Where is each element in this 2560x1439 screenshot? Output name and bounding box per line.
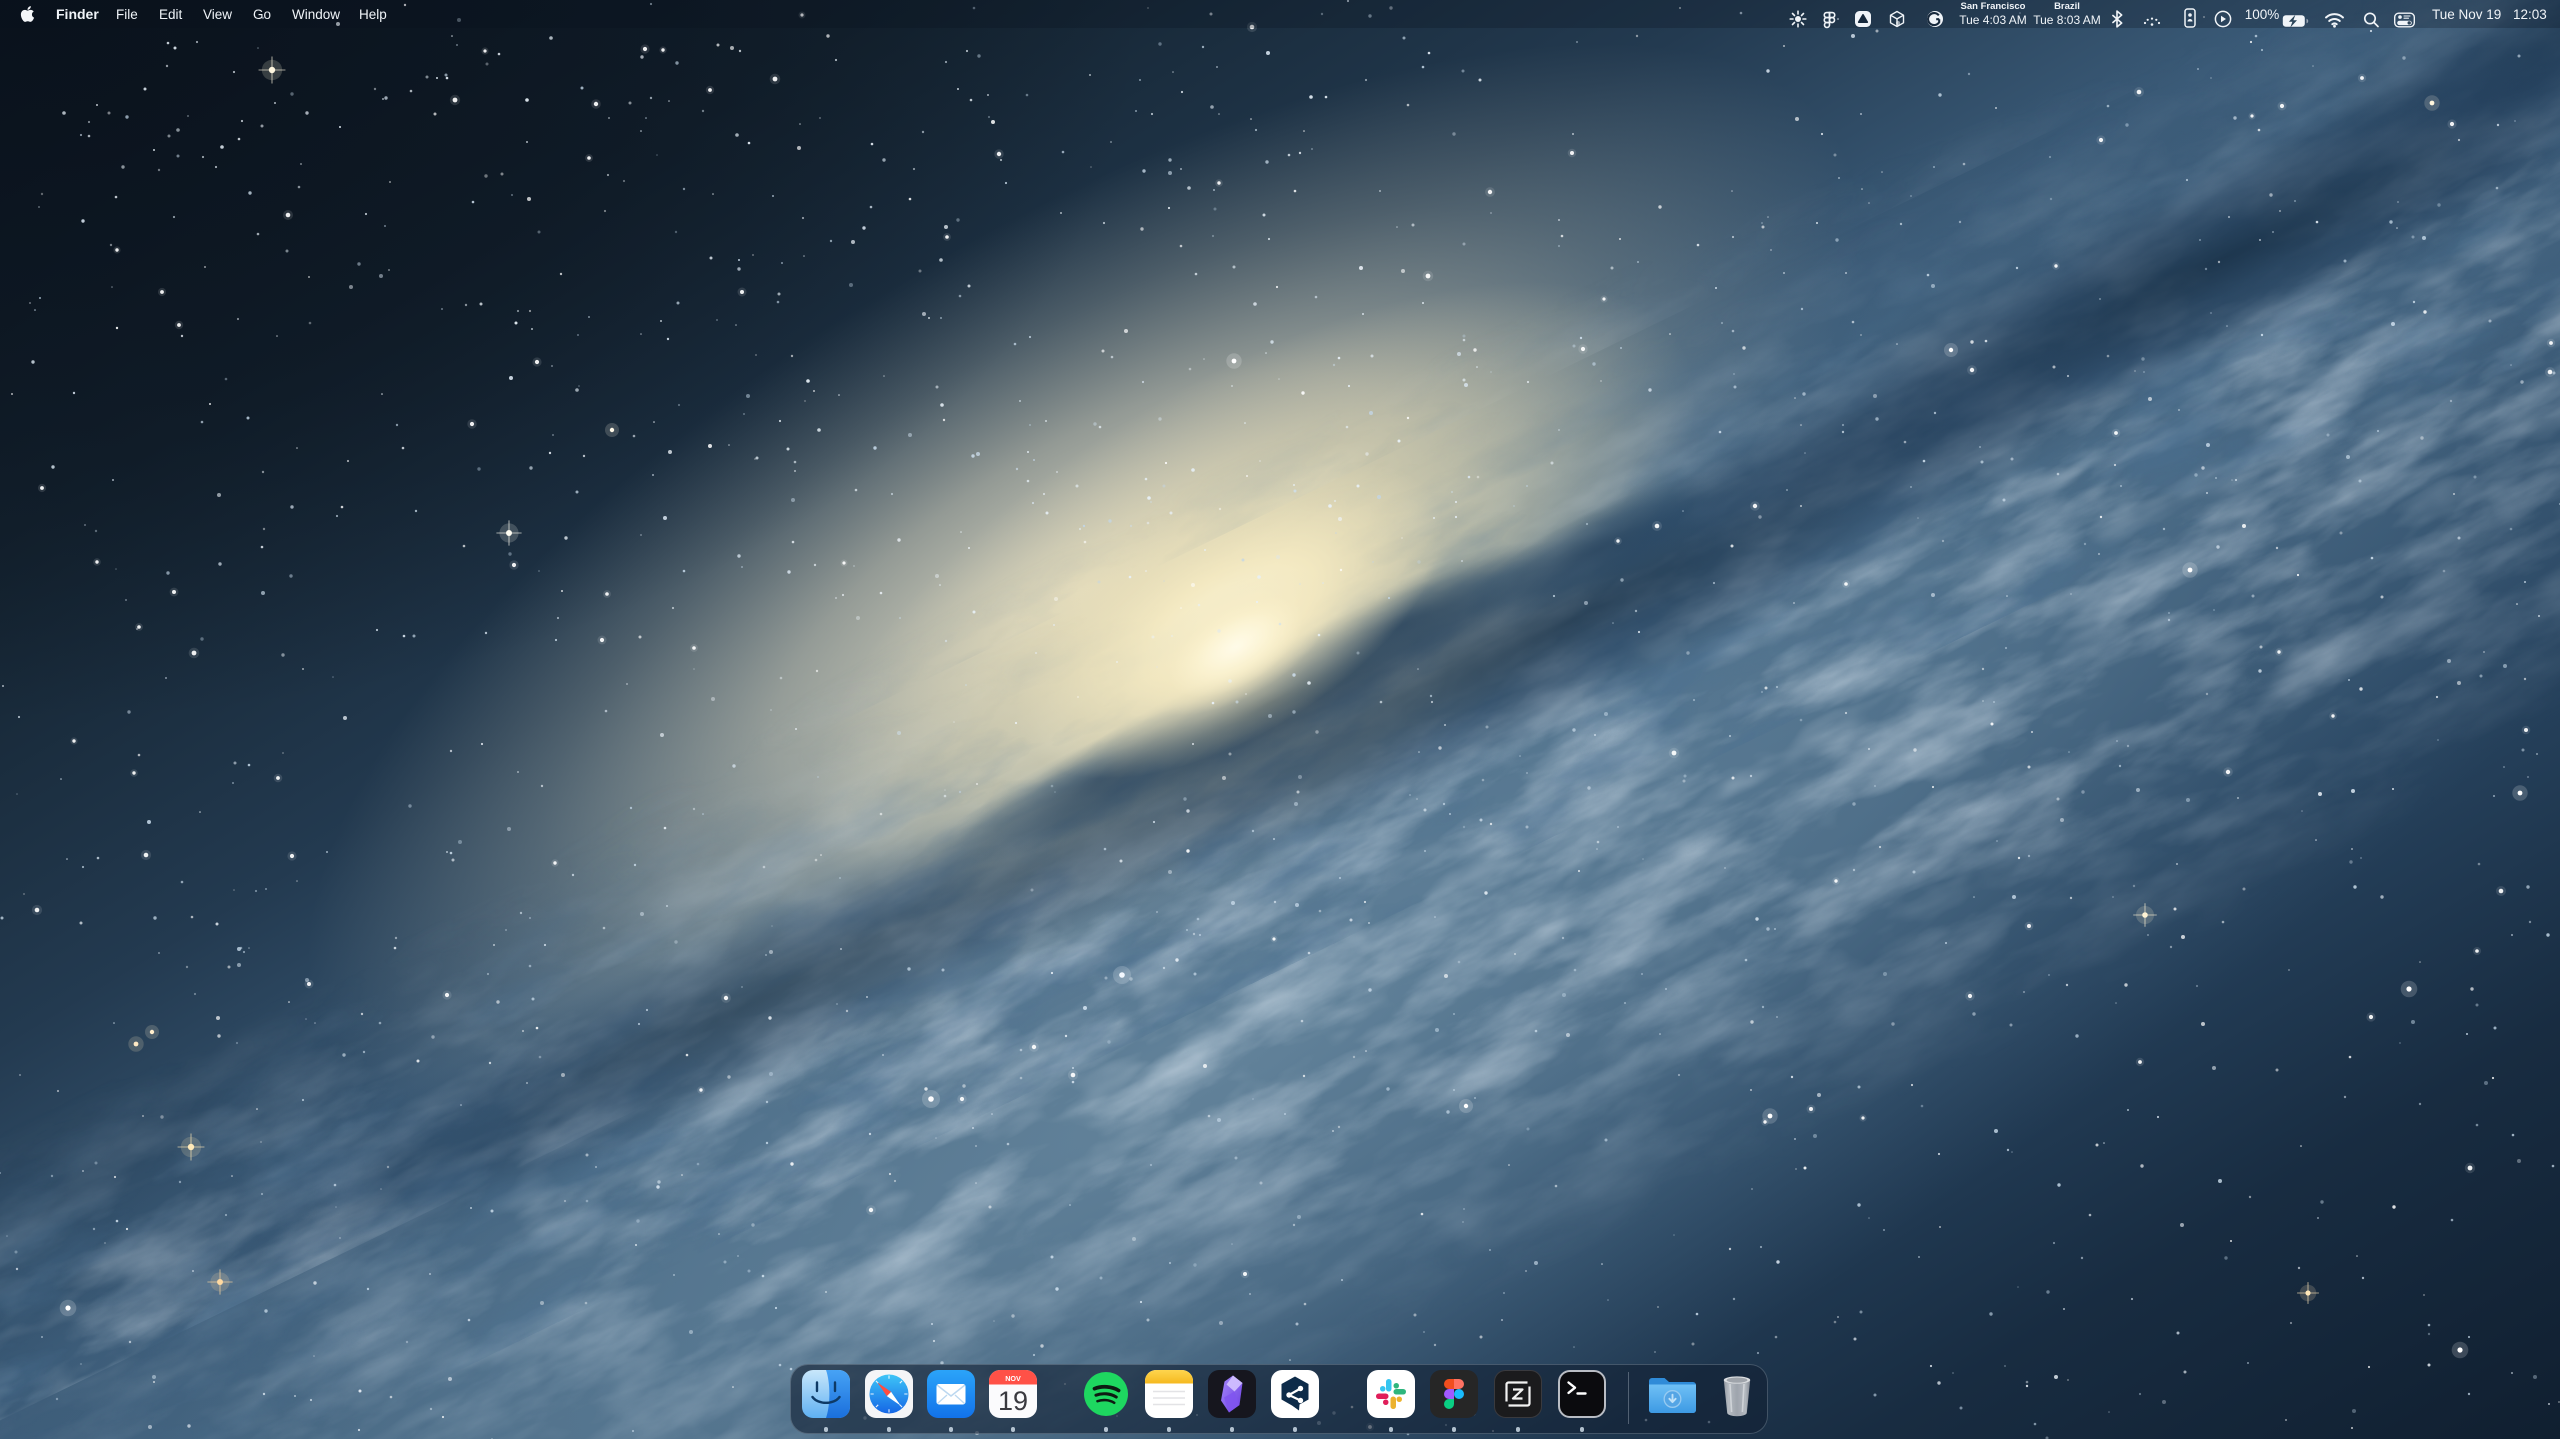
svg-text:19: 19 xyxy=(998,1386,1028,1416)
svg-text:NOV: NOV xyxy=(1005,1374,1021,1383)
